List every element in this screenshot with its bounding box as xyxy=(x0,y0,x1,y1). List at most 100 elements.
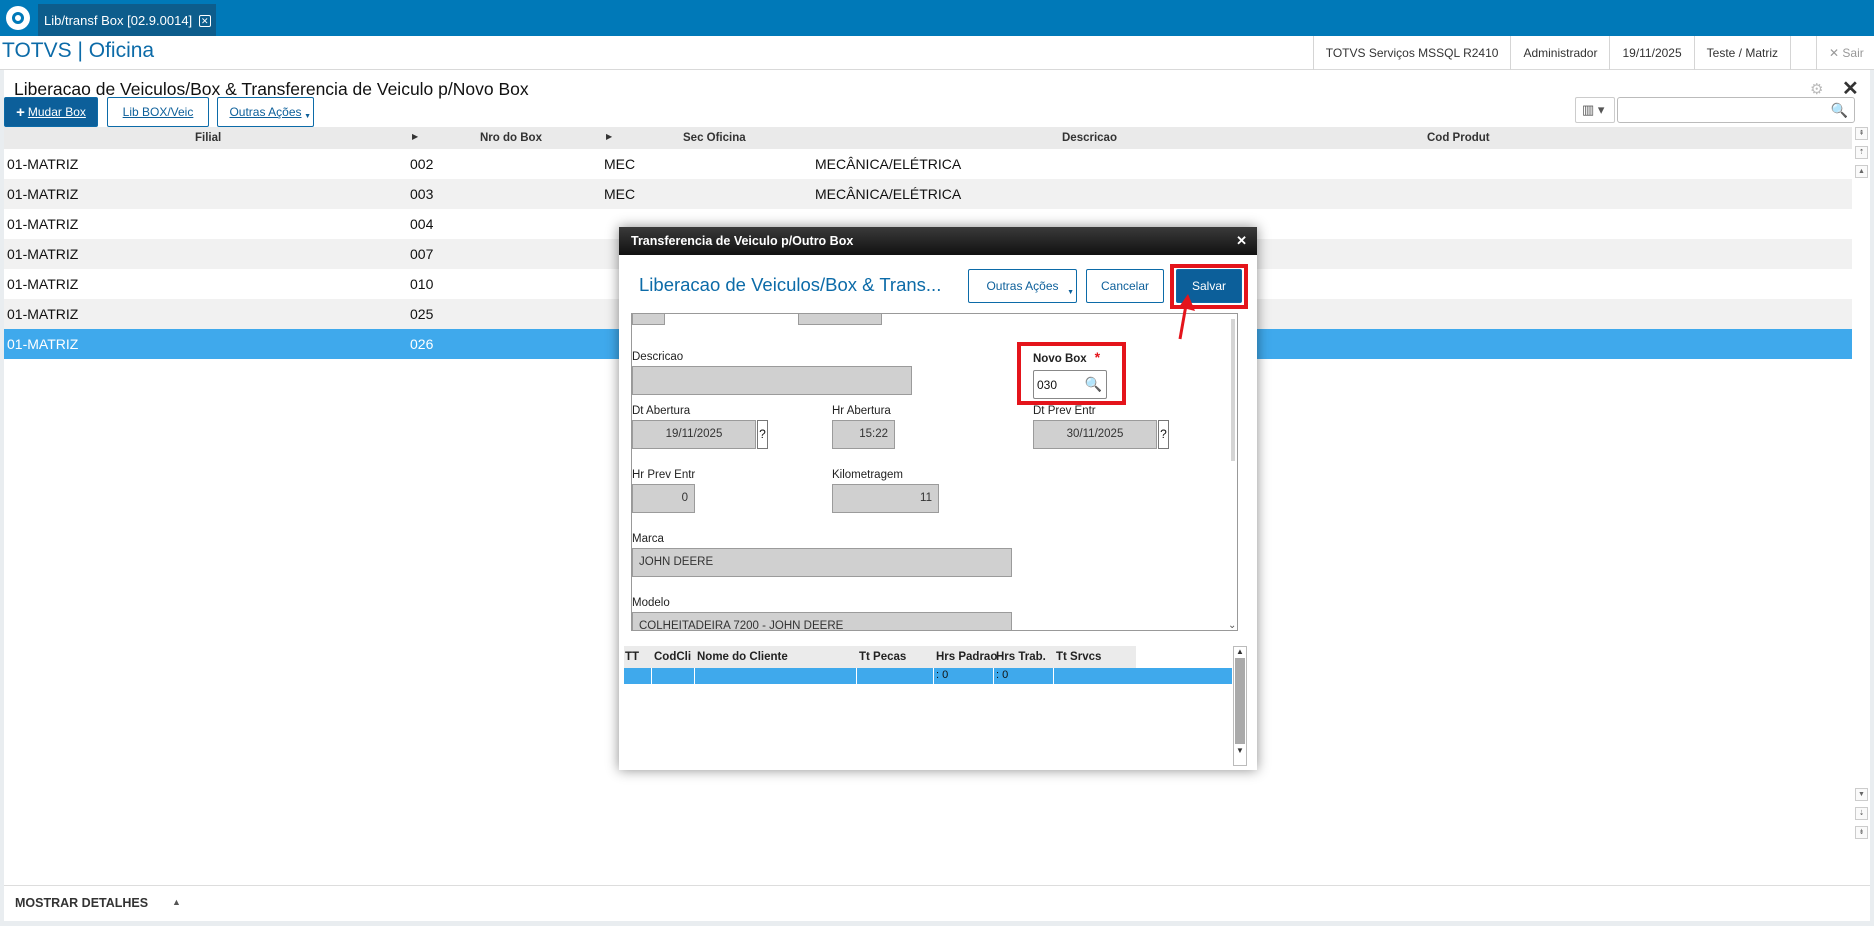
cell-filial: 01-MATRIZ xyxy=(7,156,79,172)
scroll-down-icon[interactable]: ▼ xyxy=(1234,746,1246,755)
outras-acoes-label: Outras Ações xyxy=(229,105,302,119)
cell-box: 026 xyxy=(410,336,434,352)
cell-hrs-padrao: : 0 xyxy=(936,669,949,681)
col-filial[interactable]: Filial xyxy=(195,132,221,144)
marca-field[interactable]: JOHN DEERE xyxy=(632,548,1012,577)
col-tt-srvcs[interactable]: Tt Srvcs xyxy=(1056,651,1101,663)
search-icon[interactable]: 🔍 xyxy=(1085,376,1102,393)
col-tt-pecas[interactable]: Tt Pecas xyxy=(859,651,906,663)
totvs-logo-icon[interactable] xyxy=(0,0,36,36)
col-hrs-padrao[interactable]: Hrs Padrao xyxy=(936,651,997,663)
col-cod-produt[interactable]: Cod Produt xyxy=(1427,132,1490,144)
services-scrollbar[interactable]: ▲ ▼ xyxy=(1233,646,1247,766)
cell-filial: 01-MATRIZ xyxy=(7,246,79,262)
table-row-selected[interactable]: : 0 : 0 xyxy=(624,668,1232,684)
server-info: TOTVS Serviços MSSQL R2410 xyxy=(1312,36,1511,70)
dialog-outras-acoes-label: Outras Ações xyxy=(986,279,1059,293)
grid-scrollbar[interactable]: ⇞ ⇡ ▲ ▼ ⇣ ⇟ xyxy=(1855,127,1870,867)
scroll-page-down-icon[interactable]: ⇣ xyxy=(1855,807,1868,820)
marca-label: Marca xyxy=(632,533,664,545)
app-header: TOTVS | Oficina TOTVS Serviços MSSQL R24… xyxy=(0,36,1874,70)
cell-hrs-trab: : 0 xyxy=(996,669,1009,681)
col-sec-oficina[interactable]: Sec Oficina xyxy=(683,132,746,144)
sort-arrow-icon[interactable]: ▶ xyxy=(412,132,418,141)
mudar-box-button[interactable]: + Mudar Box xyxy=(4,97,98,127)
close-tab-icon[interactable]: ✕ xyxy=(198,15,211,27)
cell-sec: MEC xyxy=(604,156,636,172)
cell-box: 010 xyxy=(410,276,434,292)
scroll-up-icon[interactable]: ▲ xyxy=(1234,647,1246,656)
cell-filial: 01-MATRIZ xyxy=(7,186,79,202)
col-nome-cliente[interactable]: Nome do Cliente xyxy=(697,651,788,663)
col-tt[interactable]: TT xyxy=(625,651,639,663)
descricao-field[interactable] xyxy=(632,366,912,395)
chevron-down-icon: ▼ xyxy=(304,113,311,120)
chevron-down-icon: ▼ xyxy=(1067,289,1074,296)
cell-box: 003 xyxy=(410,186,434,202)
kilometragem-field[interactable]: 11 xyxy=(832,484,939,513)
date-info: 19/11/2025 xyxy=(1609,36,1693,70)
lib-box-veic-button[interactable]: Lib BOX/Veic xyxy=(107,97,209,127)
col-codcli[interactable]: CodCli xyxy=(654,651,691,663)
columns-icon: ▥ ▾ xyxy=(1582,102,1605,117)
col-hrs-trab[interactable]: Hrs Trab. xyxy=(996,651,1046,663)
scroll-bottom-icon[interactable]: ⇟ xyxy=(1855,826,1868,839)
window-tab-bar: Lib/transf Box [02.9.0014] ✕ xyxy=(0,0,1874,36)
hr-abertura-field[interactable]: 15:22 xyxy=(832,420,895,449)
modelo-field[interactable]: COLHEITADEIRA 7200 - JOHN DEERE xyxy=(632,612,1012,630)
help-button[interactable]: ? xyxy=(1158,420,1169,449)
cancelar-label: Cancelar xyxy=(1100,279,1150,293)
col-descricao[interactable]: Descricao xyxy=(1062,132,1117,144)
details-footer[interactable]: MOSTRAR DETALHES ▲ xyxy=(4,885,1870,921)
plus-icon: + xyxy=(16,103,25,121)
help-button[interactable]: ? xyxy=(757,420,768,449)
cell-box: 025 xyxy=(410,306,434,322)
scroll-thumb[interactable] xyxy=(1235,658,1245,744)
dt-abertura-label: Dt Abertura xyxy=(632,405,691,417)
scroll-thumb[interactable] xyxy=(1231,319,1235,461)
chevron-up-icon[interactable]: ▲ xyxy=(172,897,181,907)
hr-prev-entr-field[interactable]: 0 xyxy=(632,484,695,513)
scroll-page-up-icon[interactable]: ⇡ xyxy=(1855,146,1868,159)
scroll-up-icon[interactable]: ▲ xyxy=(1855,165,1868,178)
show-details-label: MOSTRAR DETALHES xyxy=(15,896,149,910)
session-info: TOTVS Serviços MSSQL R2410 Administrador… xyxy=(1312,36,1874,70)
scroll-down-icon[interactable]: ▼ xyxy=(1855,788,1868,801)
dt-prev-entr-field[interactable]: 30/11/2025 xyxy=(1033,420,1157,449)
novo-box-input[interactable]: 030 🔍 xyxy=(1033,370,1107,399)
dialog-outras-acoes-button[interactable]: Outras Ações ▼ xyxy=(968,269,1077,303)
logout-button[interactable]: ✕ Sair xyxy=(1816,36,1874,70)
cancelar-button[interactable]: Cancelar xyxy=(1086,269,1164,303)
form-scrollbar[interactable]: ⌄ xyxy=(1226,319,1240,631)
novo-box-label-group: Novo Box * xyxy=(1033,349,1100,365)
user-info: Administrador xyxy=(1510,36,1609,70)
annotation-arrow-icon xyxy=(1178,294,1195,340)
kilometragem-label: Kilometragem xyxy=(832,469,903,481)
sort-arrow-icon[interactable]: ▶ xyxy=(606,132,612,141)
table-row[interactable]: 01-MATRIZ 002 MEC MECÂNICA/ELÉTRICA xyxy=(4,149,1852,179)
table-row[interactable]: 01-MATRIZ 003 MEC MECÂNICA/ELÉTRICA xyxy=(4,179,1852,209)
hr-prev-entr-label: Hr Prev Entr xyxy=(632,469,696,481)
col-nro-box[interactable]: Nro do Box xyxy=(480,132,542,144)
services-grid: TT CodCli Nome do Cliente Tt Pecas Hrs P… xyxy=(624,646,1232,766)
dt-abertura-field[interactable]: 19/11/2025 xyxy=(632,420,756,449)
close-dialog-icon[interactable]: ✕ xyxy=(1236,233,1247,249)
box-field-partial[interactable]: 026 xyxy=(632,314,665,325)
cell-filial: 01-MATRIZ xyxy=(7,306,79,322)
cell-box: 007 xyxy=(410,246,434,262)
column-selector[interactable]: ▥ ▾ xyxy=(1575,97,1615,123)
brand-title: TOTVS | Oficina xyxy=(2,39,155,62)
cell-box: 004 xyxy=(410,216,434,232)
cell-box: 002 xyxy=(410,156,434,172)
search-input[interactable]: 🔍 xyxy=(1617,97,1855,123)
chevron-down-icon[interactable]: ⌄ xyxy=(1228,620,1236,631)
transfer-dialog: Transferencia de Veiculo p/Outro Box ✕ L… xyxy=(619,227,1257,770)
dialog-subtitle: Liberacao de Veiculos/Box & Trans... xyxy=(639,274,942,295)
scroll-top-icon[interactable]: ⇞ xyxy=(1855,127,1868,140)
company-info: Teste / Matriz xyxy=(1693,36,1790,70)
window-tab[interactable]: Lib/transf Box [02.9.0014] ✕ xyxy=(38,4,216,36)
gear-icon[interactable]: ⚙ xyxy=(1810,80,1823,98)
sec-field-partial[interactable]: MEC xyxy=(798,314,882,325)
outras-acoes-button[interactable]: Outras Ações ▼ xyxy=(217,97,314,127)
novo-box-label: Novo Box xyxy=(1033,353,1087,365)
